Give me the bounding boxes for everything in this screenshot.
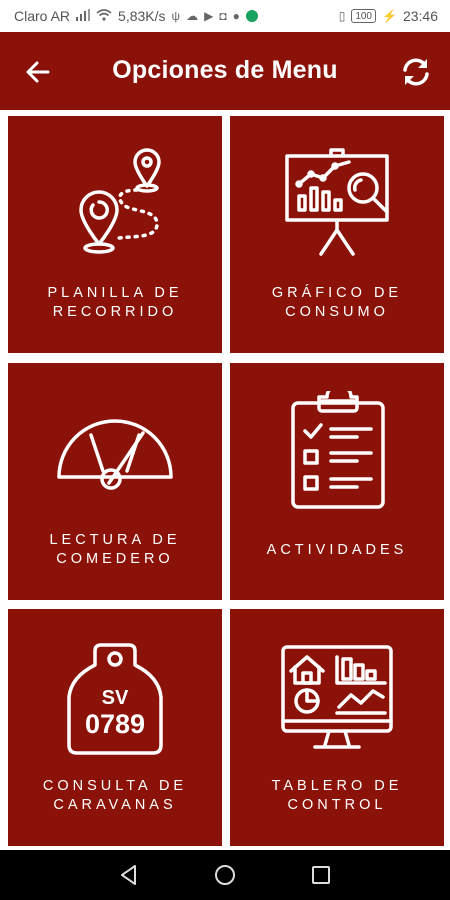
menu-tile-label: CONSULTA DE CARAVANAS — [42, 778, 188, 813]
system-nav-bar — [0, 850, 450, 900]
menu-tile-consulta-caravanas[interactable]: SV 0789 CONSULTA DE CARAVANAS — [8, 609, 222, 846]
facebook-icon: ● — [232, 9, 240, 23]
menu-tile-label: GRÁFICO DE CONSUMO — [271, 285, 403, 320]
gauge-icon — [57, 419, 173, 490]
menu-tile-label: LECTURA DE COMEDERO — [49, 532, 181, 567]
menu-tile-label: PLANILLA DE RECORRIDO — [47, 285, 183, 320]
menu-tile-tablero-control[interactable]: TABLERO DE CONTROL — [230, 609, 444, 846]
battery-level: 100 — [355, 10, 372, 22]
ear-tag-icon: SV 0789 — [55, 637, 175, 757]
route-map-icon — [79, 148, 161, 254]
battery-icon: 100 — [351, 9, 376, 23]
vibrate-icon: ▯ — [338, 9, 346, 23]
square-recents-icon — [312, 866, 330, 884]
cloud-icon: ☁ — [186, 9, 199, 23]
menu-tile-actividades[interactable]: ACTIVIDADES — [230, 363, 444, 600]
clipboard-checklist-icon — [291, 391, 385, 509]
dashboard-monitor-icon — [281, 645, 393, 749]
nav-recents-button[interactable] — [309, 863, 333, 887]
refresh-icon — [403, 58, 429, 86]
menu-tile-lectura-comedero[interactable]: LECTURA DE COMEDERO — [8, 363, 222, 600]
app-bar: Opciones de Menu — [0, 32, 450, 110]
menu-grid: PLANILLA DE RECORRIDO GRÁFICO DE CONSUMO — [0, 110, 450, 850]
instagram-icon: ◘ — [219, 9, 227, 23]
whatsapp-icon — [245, 10, 258, 22]
nav-home-button[interactable] — [213, 863, 237, 887]
menu-tile-planilla-recorrido[interactable]: PLANILLA DE RECORRIDO — [8, 116, 222, 353]
network-speed: 5,83K/s — [118, 8, 166, 24]
signal-icon — [76, 8, 91, 24]
refresh-button[interactable] — [396, 52, 436, 92]
clock: 23:46 — [402, 8, 438, 24]
triangle-back-icon — [121, 865, 136, 885]
play-icon: ▶ — [204, 9, 214, 23]
circle-home-icon — [215, 865, 235, 885]
status-bar: Claro AR 5,83K/s ψ ☁ ▶ ◘ ● ▯ 100 ⚡ 23:46 — [0, 0, 450, 32]
tag-number: 0789 — [84, 709, 146, 739]
wifi-icon — [96, 8, 112, 24]
charging-icon: ⚡ — [382, 9, 397, 23]
nav-back-button[interactable] — [117, 863, 141, 887]
page-title: Opciones de Menu — [112, 56, 338, 84]
chart-board-icon — [285, 148, 389, 256]
menu-tile-label: ACTIVIDADES — [266, 542, 408, 558]
menu-tile-label: TABLERO DE CONTROL — [271, 778, 403, 813]
carrier-label: Claro AR — [14, 8, 71, 24]
usb-icon: ψ — [171, 9, 181, 23]
tag-code: SV — [101, 687, 129, 709]
menu-tile-grafico-consumo[interactable]: GRÁFICO DE CONSUMO — [230, 116, 444, 353]
